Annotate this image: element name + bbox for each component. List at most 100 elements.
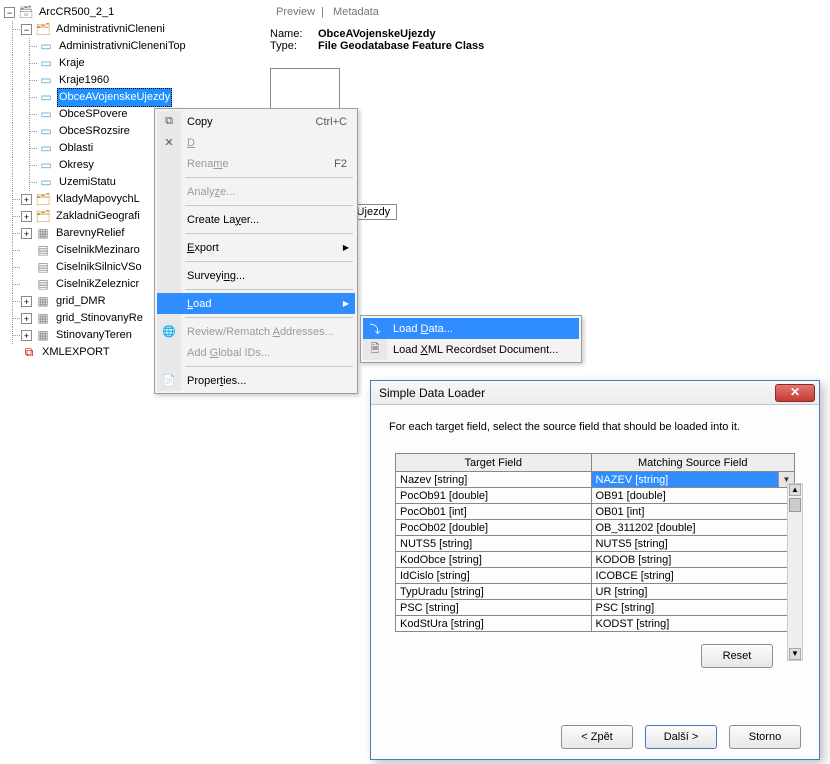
tree-label: ArcCR500_2_1 xyxy=(37,4,116,21)
menu-label: Copy xyxy=(187,116,213,128)
reset-button[interactable]: Reset xyxy=(701,644,773,668)
tree-label: ObceSRozsire xyxy=(57,123,132,140)
scroll-down-button[interactable]: ▼ xyxy=(789,648,801,660)
dialog-body: For each target field, select the source… xyxy=(371,405,819,676)
table-icon: ▤ xyxy=(35,260,51,276)
source-field-cell[interactable]: NAZEV [string]▼ xyxy=(591,472,795,488)
source-field-cell[interactable]: OB_311202 [double] xyxy=(591,520,795,536)
menu-label: Review/Rematch Addresses... xyxy=(187,326,334,338)
field-mapping-row[interactable]: PocOb01 [int]OB01 [int] xyxy=(396,504,795,520)
tree-node-gdb[interactable]: − 🗃 ArcCR500_2_1 xyxy=(4,4,260,21)
dialog-title: Simple Data Loader xyxy=(379,386,775,400)
context-menu: ⧉ Copy Ctrl+C ✕ D Rename F2 Analyze... C… xyxy=(154,108,358,394)
tab-metadata[interactable]: Metadata xyxy=(333,6,379,18)
tree-node-featureclass[interactable]: ▭Kraje xyxy=(4,55,260,72)
properties-icon: 📄 xyxy=(161,374,177,387)
table-scrollbar[interactable]: ▲ ▼ xyxy=(787,483,803,661)
raster-icon: ▦ xyxy=(35,226,51,242)
field-mapping-row[interactable]: Nazev [string]NAZEV [string]▼ xyxy=(396,472,795,488)
tree-label: Kraje1960 xyxy=(57,72,111,89)
tab-preview[interactable]: Preview xyxy=(276,6,315,18)
source-field-cell[interactable]: UR [string] xyxy=(591,584,795,600)
field-mapping-row[interactable]: PocOb91 [double]OB91 [double] xyxy=(396,488,795,504)
menu-surveying[interactable]: Surveying... xyxy=(157,265,355,286)
field-mapping-row[interactable]: KodObce [string]KODOB [string] xyxy=(396,552,795,568)
source-field-cell[interactable]: PSC [string] xyxy=(591,600,795,616)
source-field-cell[interactable]: KODOB [string] xyxy=(591,552,795,568)
cancel-button[interactable]: Storno xyxy=(729,725,801,749)
field-mapping-row[interactable]: PSC [string]PSC [string] xyxy=(396,600,795,616)
tree-label: grid_DMR xyxy=(54,293,108,310)
target-field-cell: PocOb02 [double] xyxy=(396,520,592,536)
target-field-header: Target Field xyxy=(396,454,592,472)
field-mapping-row[interactable]: IdCislo [string]ICOBCE [string] xyxy=(396,568,795,584)
delete-icon: ✕ xyxy=(161,136,177,149)
field-mapping-row[interactable]: TypUradu [string]UR [string] xyxy=(396,584,795,600)
field-mapping-table: Target Field Matching Source Field Nazev… xyxy=(395,453,795,632)
menu-separator xyxy=(185,317,353,318)
expander-icon[interactable]: + xyxy=(21,313,32,324)
back-button[interactable]: < Zpět xyxy=(561,725,633,749)
tree-label: UzemiStatu xyxy=(57,174,118,191)
tree-label: KladyMapovychL xyxy=(54,191,142,208)
submenu-load-data[interactable]: ⤵ Load Data... xyxy=(363,318,579,339)
menu-shortcut: Ctrl+C xyxy=(316,116,347,128)
submenu-load-xml[interactable]: 🗎 Load XML Recordset Document... xyxy=(363,339,579,360)
menu-export[interactable]: Export xyxy=(157,237,355,258)
menu-rename: Rename F2 xyxy=(157,153,355,174)
source-field-cell[interactable]: KODST [string] xyxy=(591,616,795,632)
field-mapping-row[interactable]: PocOb02 [double]OB_311202 [double] xyxy=(396,520,795,536)
dialog-instruction: For each target field, select the source… xyxy=(389,421,801,433)
tree-node-featureclass[interactable]: ▭AdministrativniCleneniTop xyxy=(4,38,260,55)
expander-icon[interactable]: + xyxy=(21,228,32,239)
expander-icon[interactable]: − xyxy=(4,7,15,18)
source-field-cell[interactable]: OB91 [double] xyxy=(591,488,795,504)
tree-label: ObceAVojenskeUjezdy xyxy=(57,88,172,107)
field-mapping-row[interactable]: NUTS5 [string]NUTS5 [string] xyxy=(396,536,795,552)
detail-tabs: Preview| Metadata xyxy=(270,6,820,24)
expander-icon[interactable]: − xyxy=(21,24,32,35)
menu-create-layer[interactable]: Create Layer... xyxy=(157,209,355,230)
type-label: Type: xyxy=(270,40,318,52)
field-mapping-row[interactable]: KodStUra [string]KODST [string] xyxy=(396,616,795,632)
source-field-cell[interactable]: NUTS5 [string] xyxy=(591,536,795,552)
menu-properties[interactable]: 📄 Properties... xyxy=(157,370,355,391)
expander-icon[interactable]: + xyxy=(21,296,32,307)
scroll-thumb[interactable] xyxy=(789,498,801,512)
scroll-up-button[interactable]: ▲ xyxy=(789,484,801,496)
feature-dataset-icon: 🗂 xyxy=(35,209,51,225)
feature-dataset-icon: 🗂 xyxy=(35,192,51,208)
menu-label: Load xyxy=(187,298,211,310)
target-field-cell: PocOb01 [int] xyxy=(396,504,592,520)
source-field-cell[interactable]: OB01 [int] xyxy=(591,504,795,520)
tree-label: AdministrativniCleneni xyxy=(54,21,167,38)
geodatabase-icon: 🗃 xyxy=(18,5,34,21)
tree-node-featureclass[interactable]: ▭Kraje1960 xyxy=(4,72,260,89)
source-field-cell[interactable]: ICOBCE [string] xyxy=(591,568,795,584)
context-submenu-load: ⤵ Load Data... 🗎 Load XML Recordset Docu… xyxy=(360,315,582,363)
tree-node-featureclass[interactable]: ▭ObceAVojenskeUjezdy xyxy=(4,89,260,106)
table-icon: ▤ xyxy=(35,277,51,293)
menu-load[interactable]: Load xyxy=(157,293,355,314)
menu-label: D xyxy=(187,137,195,149)
source-field-header: Matching Source Field xyxy=(591,454,795,472)
target-field-cell: TypUradu [string] xyxy=(396,584,592,600)
menu-label: Load XML Recordset Document... xyxy=(393,344,558,356)
next-button[interactable]: Další > xyxy=(645,725,717,749)
tree-label: AdministrativniCleneniTop xyxy=(57,38,188,55)
menu-separator xyxy=(185,261,353,262)
expander-icon[interactable]: + xyxy=(21,211,32,222)
name-label: Name: xyxy=(270,28,318,40)
xml-doc-icon: 🗎 xyxy=(367,340,383,359)
feature-class-icon: ▭ xyxy=(38,56,54,72)
close-button[interactable]: ✕ xyxy=(775,384,815,402)
menu-copy[interactable]: ⧉ Copy Ctrl+C xyxy=(157,111,355,132)
tree-node-dataset[interactable]: − 🗂 AdministrativniCleneni xyxy=(4,21,260,38)
feature-class-icon: ▭ xyxy=(38,141,54,157)
expander-icon[interactable]: + xyxy=(21,194,32,205)
dialog-titlebar[interactable]: Simple Data Loader ✕ xyxy=(371,381,819,405)
menu-shortcut: F2 xyxy=(334,158,347,170)
tree-label: grid_StinovanyRe xyxy=(54,310,145,327)
menu-label: Surveying... xyxy=(187,270,245,282)
expander-icon[interactable]: + xyxy=(21,330,32,341)
